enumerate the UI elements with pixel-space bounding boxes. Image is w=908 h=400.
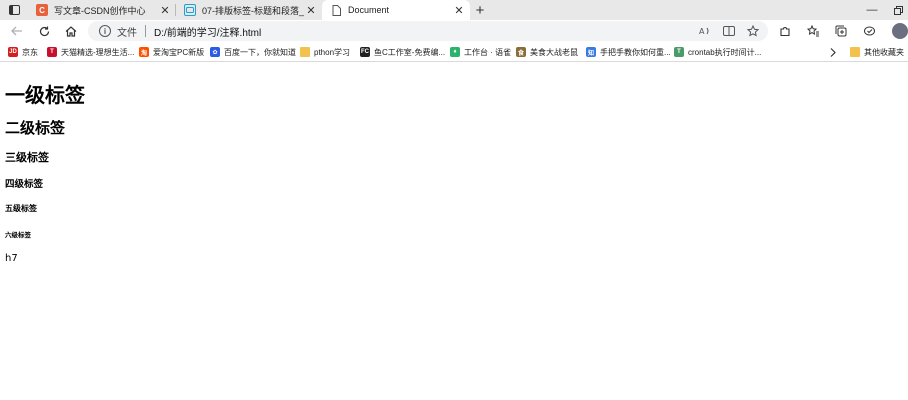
bookmark-taobao[interactable]: 淘 爱淘宝PC新版 bbox=[139, 45, 204, 59]
new-tab-button[interactable]: + bbox=[472, 0, 488, 20]
close-icon[interactable]: ✕ bbox=[452, 3, 466, 17]
bookmark-label: 爱淘宝PC新版 bbox=[153, 47, 205, 57]
browser-essentials-icon[interactable] bbox=[860, 22, 878, 40]
bookmark-tmall[interactable]: T 天猫精选-理想生活... bbox=[47, 45, 134, 59]
url-text[interactable]: D:/前端的学习/注释.html bbox=[154, 24, 261, 39]
bookmark-blog[interactable]: 知 手把手教你如何重... bbox=[586, 45, 671, 59]
back-button[interactable] bbox=[6, 20, 28, 42]
bookmark-label: crontab执行时间计... bbox=[688, 47, 762, 57]
close-icon[interactable]: ✕ bbox=[304, 3, 318, 17]
svg-text:A: A bbox=[699, 27, 705, 36]
toolbar: i 文件 D:/前端的学习/注释.html A bbox=[0, 20, 908, 42]
bookmark-label: 手把手教你如何重... bbox=[600, 47, 671, 57]
bookmark-label: 天猫精选-理想生活... bbox=[61, 47, 135, 57]
taobao-icon: 淘 bbox=[139, 47, 149, 57]
bookmark-baidu[interactable]: ✿ 百度一下，你就知道 bbox=[210, 45, 296, 59]
tab-title: 07-排版标签-标题和段落_哔哩哔 bbox=[202, 5, 304, 16]
tab-title: 写文章-CSDN创作中心 bbox=[54, 5, 146, 16]
bookmark-fishc[interactable]: FC 鱼C工作室-免费编... bbox=[360, 45, 445, 59]
document-icon bbox=[330, 4, 342, 16]
game-icon: 食 bbox=[516, 47, 526, 57]
read-aloud-icon[interactable]: A bbox=[698, 24, 712, 38]
bookmark-label: 京东 bbox=[22, 47, 38, 57]
bookmark-label: 工作台 · 语雀 bbox=[464, 47, 512, 57]
heading-2: 二级标签 bbox=[5, 119, 66, 137]
heading-6: 六级标签 bbox=[5, 231, 31, 239]
tab-bilibili[interactable]: 07-排版标签-标题和段落_哔哩哔 ✕ bbox=[176, 0, 322, 20]
bookmark-label: 百度一下，你就知道 bbox=[224, 47, 296, 57]
bookmark-label: 鱼C工作室-免费编... bbox=[374, 47, 446, 57]
bookmark-label: 美食大战老鼠 bbox=[530, 47, 578, 57]
bilibili-icon bbox=[184, 4, 196, 16]
heading-3: 三级标签 bbox=[5, 151, 49, 164]
heading-4: 四级标签 bbox=[5, 179, 44, 190]
minimize-icon[interactable]: — bbox=[864, 0, 880, 20]
heading-1: 一级标签 bbox=[5, 83, 85, 107]
info-icon[interactable]: i bbox=[99, 25, 111, 37]
favorites-icon[interactable] bbox=[804, 22, 822, 40]
h7-text: h7 bbox=[5, 253, 18, 264]
bookmark-yuque[interactable]: ♦ 工作台 · 语雀 bbox=[450, 45, 511, 59]
bookmark-game[interactable]: 食 美食大战老鼠 bbox=[516, 45, 578, 59]
bookmark-jd[interactable]: JD 京东 bbox=[8, 45, 38, 59]
tab-document[interactable]: Document ✕ bbox=[322, 0, 470, 20]
jd-icon: JD bbox=[8, 47, 18, 57]
refresh-button[interactable] bbox=[33, 20, 55, 42]
page-content: 一级标签 二级标签 三级标签 四级标签 五级标签 六级标签 h7 bbox=[0, 63, 908, 400]
blog-icon: 知 bbox=[586, 47, 596, 57]
bookmark-crontab[interactable]: T crontab执行时间计... bbox=[674, 45, 761, 59]
extensions-icon[interactable] bbox=[776, 22, 794, 40]
heading-5: 五级标签 bbox=[5, 204, 37, 213]
csdn-icon: C bbox=[36, 4, 48, 16]
address-bar[interactable]: i 文件 D:/前端的学习/注释.html A bbox=[88, 21, 768, 41]
home-button[interactable] bbox=[60, 20, 82, 42]
collections-icon[interactable] bbox=[832, 22, 850, 40]
favorite-star-icon[interactable] bbox=[746, 24, 760, 38]
close-icon[interactable]: ✕ bbox=[158, 3, 172, 17]
restore-icon[interactable] bbox=[890, 0, 906, 20]
tab-csdn[interactable]: C 写文章-CSDN创作中心 ✕ bbox=[28, 0, 176, 20]
bookmark-label: pthon学习 bbox=[314, 47, 351, 57]
tmall-icon: T bbox=[47, 47, 57, 57]
bookmark-folder-pthon[interactable]: pthon学习 bbox=[300, 45, 350, 59]
other-bookmarks-label: 其他收藏夹 bbox=[864, 47, 904, 57]
chevron-right-icon[interactable] bbox=[826, 45, 840, 59]
fishc-icon: FC bbox=[360, 47, 370, 57]
baidu-icon: ✿ bbox=[210, 47, 220, 57]
bookmarks-bar: JD 京东 T 天猫精选-理想生活... 淘 爱淘宝PC新版 ✿ 百度一下，你就… bbox=[0, 42, 908, 62]
tool-icon: T bbox=[674, 47, 684, 57]
split-screen-icon[interactable] bbox=[722, 24, 736, 38]
tab-strip: C 写文章-CSDN创作中心 ✕ 07-排版标签-标题和段落_哔哩哔 ✕ Doc… bbox=[0, 0, 908, 20]
tab-actions-icon[interactable] bbox=[0, 0, 28, 20]
tab-title: Document bbox=[348, 5, 390, 15]
yuque-icon: ♦ bbox=[450, 47, 460, 57]
folder-icon bbox=[850, 47, 860, 57]
url-scheme: 文件 bbox=[117, 27, 137, 39]
folder-icon bbox=[300, 47, 310, 57]
url-divider bbox=[145, 25, 146, 37]
avatar[interactable] bbox=[892, 23, 908, 39]
other-bookmarks[interactable]: 其他收藏夹 bbox=[850, 45, 904, 59]
